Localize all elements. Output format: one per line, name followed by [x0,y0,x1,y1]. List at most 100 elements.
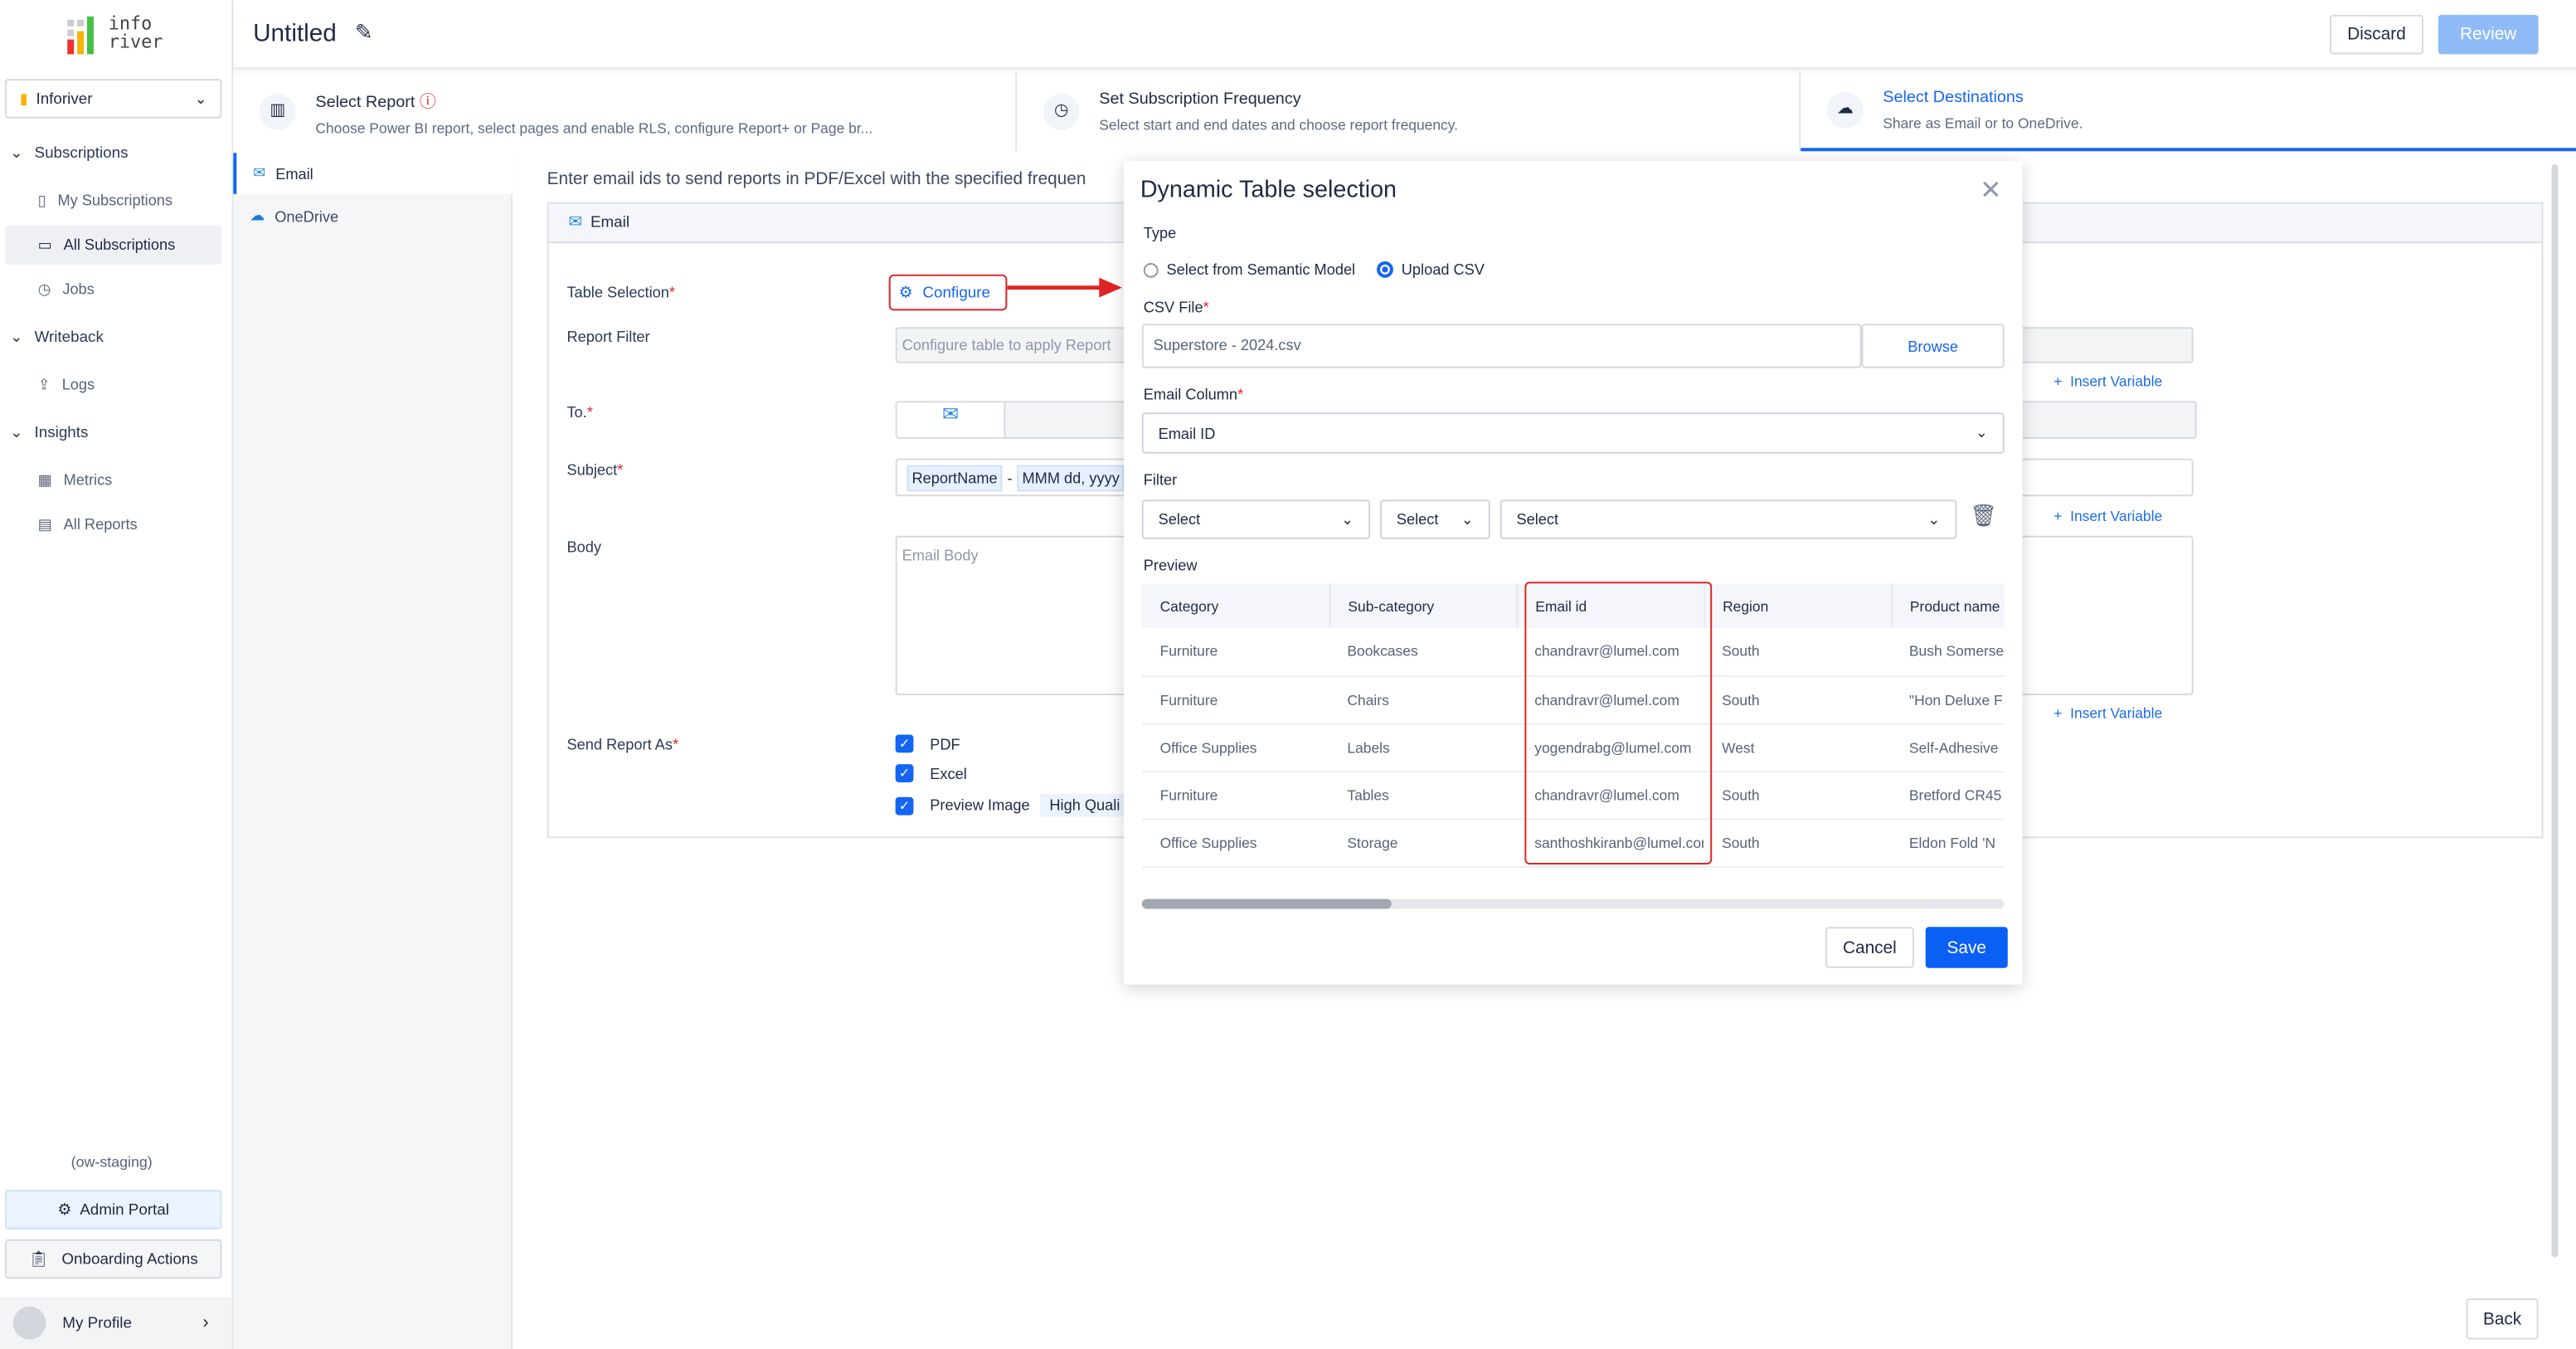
table-cell: Furniture [1141,771,1329,820]
step-title: Set Subscription Frequency [1099,89,1301,108]
excel-checkbox[interactable]: ✓ Excel [895,764,967,782]
filter-label: Filter [1143,471,1178,489]
preview-label: Preview [1143,557,1198,574]
csv-file-input[interactable]: Superstore - 2024.csv [1141,324,1862,368]
my-profile[interactable]: My Profile › [0,1297,232,1349]
sidebar-item-jobs[interactable]: ◷ Jobs [5,270,221,309]
configure-button[interactable]: ⚙ Configure [888,274,1008,311]
admin-portal-button[interactable]: ⚙ Admin Portal [4,1190,222,1230]
chevron-down-icon: ⌄ [1975,424,1989,441]
group-label: Writeback [34,329,104,347]
email-column-select[interactable]: Email ID ⌄ [1141,412,2005,454]
step-desc: Share as Email or to OneDrive. [1883,114,2083,131]
table-cell: West [1704,723,1892,772]
cloud-upload-icon: ☁ [1826,90,1864,128]
edit-pencil-icon[interactable]: ✎ [355,20,373,46]
to-label: To.* [566,404,593,421]
save-button[interactable]: Save [1925,927,2008,968]
scrollbar-thumb[interactable] [1141,899,1392,909]
warning-icon: ⓘ [419,92,436,111]
nav-group-insights[interactable]: ⌄ Insights [10,424,89,442]
email-column-label: Email Column* [1143,386,1244,403]
sidebar-item-my-subscriptions[interactable]: ▯ My Subscriptions [5,181,221,221]
insert-variable-link[interactable]: + Insert Variable [2054,508,2162,524]
select-value: Email ID [1158,425,1216,441]
email-icon: ✉ [568,213,583,232]
onedrive-cloud-icon: ☁ [250,207,265,224]
nav-group-writeback[interactable]: ⌄ Writeback [10,329,104,347]
sidebar-item-all-subscriptions[interactable]: ▭ All Subscriptions [4,225,222,265]
checkbox-label: Excel [930,765,967,782]
cancel-button[interactable]: Cancel [1825,927,1914,968]
button-label: Onboarding Actions [61,1249,198,1269]
page-scrollbar[interactable] [2551,164,2559,1258]
step-frequency[interactable]: ◷ Set Subscription Frequency Select start… [1017,71,1801,152]
sidebar-item-metrics[interactable]: ▦ Metrics [5,460,221,500]
email-icon: ✉ [897,402,1006,437]
select-value: Select [1158,511,1201,528]
table-cell: South [1704,627,1892,677]
filter-value-select[interactable]: Select ⌄ [1499,499,1957,539]
browse-button[interactable]: Browse [1861,324,2005,368]
radio-label: Select from Semantic Model [1166,261,1356,278]
insert-variable-link[interactable]: + Insert Variable [2054,373,2162,390]
table-cell: Tables [1329,771,1517,820]
back-button[interactable]: Back [2466,1298,2539,1340]
quality-select[interactable]: High Quali [1039,793,1130,817]
avatar [12,1306,46,1340]
select-value: Select [1516,511,1559,528]
chevron-down-icon: ⌄ [9,144,23,163]
review-button[interactable]: Review [2437,14,2539,55]
preview-image-checkbox[interactable]: ✓ Preview Image High Quali [895,793,1130,817]
email-icon: ✉ [253,164,266,181]
item-label: My Subscriptions [57,192,173,209]
email-column-highlight [1524,582,1713,865]
workspace-name: Inforiver [36,89,93,108]
nav-group-subscriptions[interactable]: ⌄ Subscriptions [10,144,129,163]
sidebar-item-logs[interactable]: ⇪ Logs [5,365,221,405]
table-cell: "Hon Deluxe F [1891,675,2005,724]
discard-button[interactable]: Discard [2330,14,2423,55]
type-label: Type [1143,225,1177,242]
chevron-down-icon: ⌄ [1461,510,1474,527]
user-gear-icon: ⚙ [57,1200,72,1219]
item-label: Metrics [63,471,113,489]
item-label: Logs [61,376,95,393]
checkbox-label: Preview Image [930,796,1030,814]
annotation-arrow [1007,277,1123,298]
destination-email[interactable]: ✉ Email [233,153,513,194]
metrics-icon: ▦ [37,470,52,488]
destination-onedrive[interactable]: ☁ OneDrive [233,196,513,237]
insert-variable-link[interactable]: + Insert Variable [2054,705,2162,722]
pdf-checkbox[interactable]: ✓ PDF [895,734,960,753]
table-cell: South [1704,675,1892,724]
table-cell: Storage [1329,818,1517,867]
item-label: All Subscriptions [63,236,176,254]
filter-operator-select[interactable]: Select ⌄ [1380,499,1490,539]
destination-label: OneDrive [275,207,339,225]
workspace-select[interactable]: ▮ Inforiver ⌄ [4,79,222,119]
workspace-logo-icon: ▮ [19,89,28,106]
onboarding-actions-button[interactable]: 📋︎ Onboarding Actions [4,1239,222,1279]
filter-column-select[interactable]: Select ⌄ [1141,499,1371,539]
panel-title: Email [590,213,630,232]
checkbox-label: PDF [930,735,960,752]
sidebar: info river ▮ Inforiver ⌄ ⌄ Subscriptions ▯… [0,0,234,1349]
table-cell: Bush Somerse [1891,627,2005,677]
trash-icon[interactable]: 🗑︎ [1970,503,1997,529]
step-destinations[interactable]: ☁ Select Destinations Share as Email or t… [1801,71,2576,152]
page-title: Untitled [253,19,337,48]
sidebar-item-all-reports[interactable]: ▤ All Reports [5,504,221,544]
step-select-report[interactable]: ▥ Select Report ⓘ Choose Power BI report,… [233,71,1018,152]
chevron-down-icon: ⌄ [9,424,23,442]
radio-semantic-model[interactable]: Select from Semantic Model [1143,261,1356,278]
close-icon[interactable]: ✕ [1980,174,2002,207]
logs-icon: ⇪ [37,375,51,392]
radio-upload-csv[interactable]: Upload CSV [1377,261,1485,278]
select-value: Select [1396,511,1439,528]
group-label: Insights [34,424,89,442]
item-label: Jobs [62,280,95,298]
horizontal-scrollbar[interactable] [1141,899,2005,909]
intro-text: Enter email ids to send reports in PDF/E… [547,169,1086,189]
table-cell: Self-Adhesive [1891,723,2005,772]
